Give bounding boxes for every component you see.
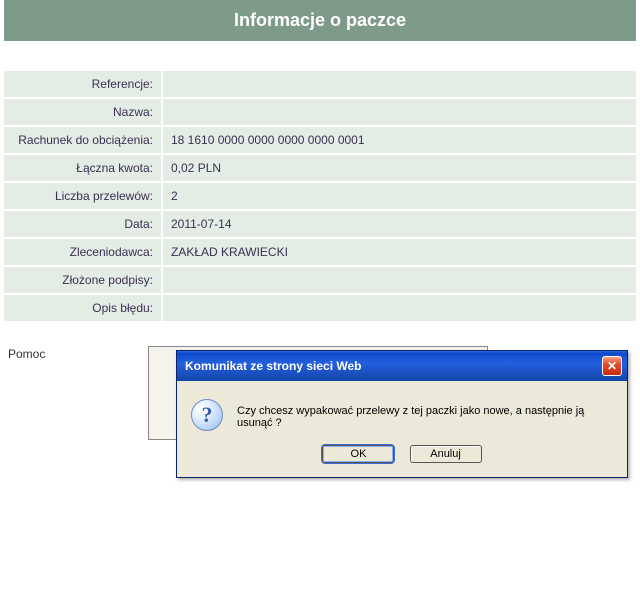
cancel-button[interactable]: Anuluj <box>410 445 482 463</box>
dialog-title: Komunikat ze strony sieci Web <box>185 359 362 373</box>
table-row: Data: 2011-07-14 <box>4 210 636 238</box>
table-row: Referencje: <box>4 71 636 98</box>
field-label-zleceniodawca: Zleceniodawca: <box>4 238 162 266</box>
field-label-liczba: Liczba przelewów: <box>4 182 162 210</box>
field-value-nazwa <box>162 98 636 126</box>
field-label-rachunek: Rachunek do obciążenia: <box>4 126 162 154</box>
table-row: Łączna kwota: 0,02 PLN <box>4 154 636 182</box>
page-title: Informacje o paczce <box>4 0 636 41</box>
field-value-rachunek: 18 1610 0000 0000 0000 0000 0001 <box>162 126 636 154</box>
field-label-data: Data: <box>4 210 162 238</box>
dialog-body: ? Czy chcesz wypakować przelewy z tej pa… <box>177 381 627 441</box>
field-label-referencje: Referencje: <box>4 71 162 98</box>
question-icon: ? <box>191 399 223 431</box>
dialog-titlebar[interactable]: Komunikat ze strony sieci Web ✕ <box>177 351 627 381</box>
field-label-opis: Opis błędu: <box>4 294 162 322</box>
field-value-liczba: 2 <box>162 182 636 210</box>
field-value-opis <box>162 294 636 322</box>
field-label-kwota: Łączna kwota: <box>4 154 162 182</box>
close-icon[interactable]: ✕ <box>602 356 622 376</box>
field-label-podpisy: Złożone podpisy: <box>4 266 162 294</box>
field-value-data: 2011-07-14 <box>162 210 636 238</box>
dialog-buttons: OK Anuluj <box>177 441 627 477</box>
package-info-table: Referencje: Nazwa: Rachunek do obciążeni… <box>4 71 636 323</box>
dialog-message: Czy chcesz wypakować przelewy z tej pacz… <box>237 399 613 429</box>
question-glyph: ? <box>191 399 223 431</box>
field-value-podpisy <box>162 266 636 294</box>
table-row: Opis błędu: <box>4 294 636 322</box>
table-row: Zleceniodawca: ZAKŁAD KRAWIECKI <box>4 238 636 266</box>
table-row: Złożone podpisy: <box>4 266 636 294</box>
table-row: Liczba przelewów: 2 <box>4 182 636 210</box>
field-value-zleceniodawca: ZAKŁAD KRAWIECKI <box>162 238 636 266</box>
table-row: Rachunek do obciążenia: 18 1610 0000 000… <box>4 126 636 154</box>
field-value-kwota: 0,02 PLN <box>162 154 636 182</box>
confirm-dialog: Komunikat ze strony sieci Web ✕ ? Czy ch… <box>176 350 628 478</box>
field-label-nazwa: Nazwa: <box>4 98 162 126</box>
ok-button[interactable]: OK <box>322 445 394 463</box>
field-value-referencje <box>162 71 636 98</box>
table-row: Nazwa: <box>4 98 636 126</box>
